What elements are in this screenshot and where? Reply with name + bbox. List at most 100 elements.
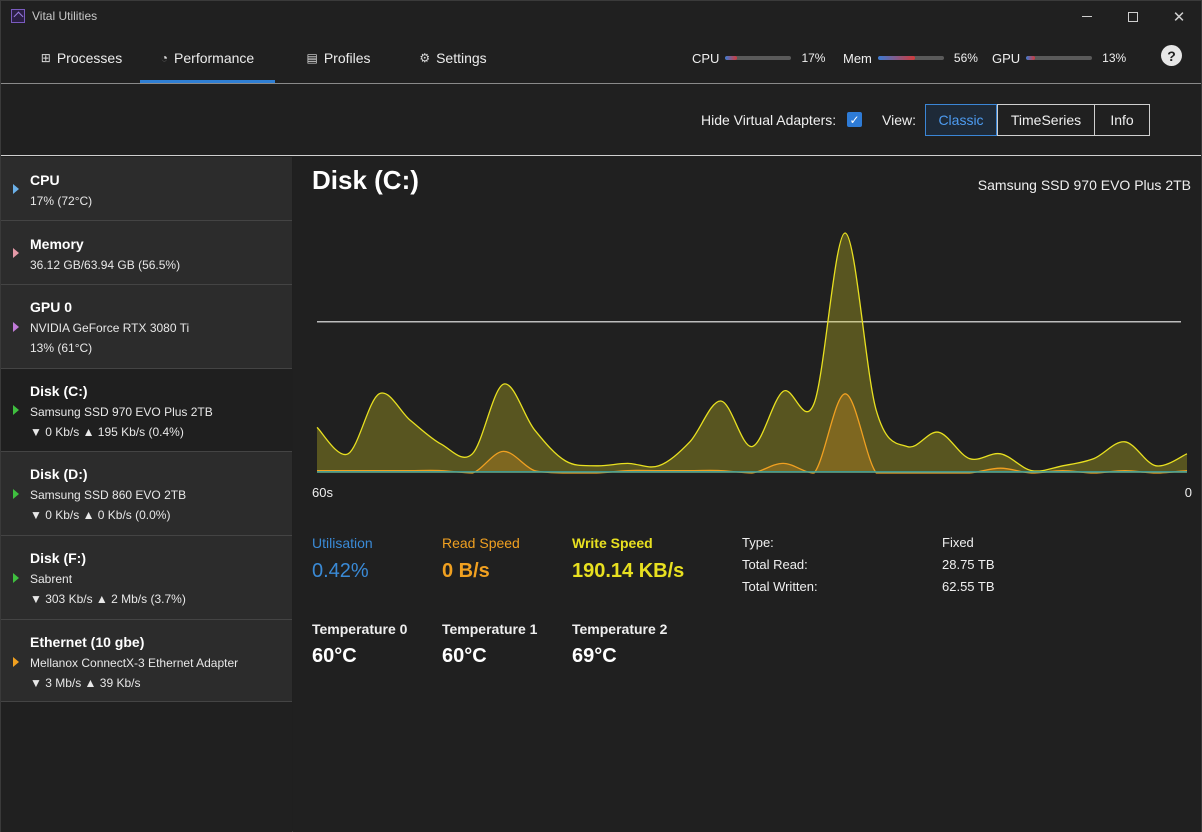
sidebar-item-memory[interactable]: Memory 36.12 GB/63.94 GB (56.5%) [1, 221, 292, 285]
disk-activity-chart [316, 232, 1188, 474]
temperature-0-label: Temperature 0 [312, 621, 408, 637]
sidebar-item-cpu[interactable]: CPU 17% (72°C) [1, 157, 292, 221]
cpu-meter-label: CPU [692, 50, 720, 66]
gpu-meter: GPU 13% [992, 50, 1126, 66]
tab-settings-label: Settings [436, 49, 487, 66]
title-bar[interactable]: Vital Utilities ✕ [1, 1, 1201, 32]
sidebar-item-detail: Samsung SSD 860 EVO 2TB [30, 488, 187, 502]
gpu-meter-fill [1026, 56, 1035, 60]
sidebar-item-detail: 13% (61°C) [30, 341, 93, 355]
cpu-meter-fill [725, 56, 737, 60]
gpu-meter-value: 13% [1102, 51, 1127, 65]
info-key-type: Type: [742, 535, 774, 550]
sidebar-item-detail: 36.12 GB/63.94 GB (56.5%) [30, 258, 181, 272]
expand-arrow-icon [13, 248, 19, 258]
minimize-button[interactable] [1064, 1, 1110, 32]
info-value-total-read: 28.75 TB [942, 557, 995, 572]
read-speed-label: Read Speed [442, 535, 520, 551]
view-classic-button[interactable]: Classic [925, 104, 997, 136]
gauge-icon: ◔ [160, 50, 169, 65]
sidebar-item-disk-f[interactable]: Disk (F:) Sabrent ▼ 303 Kb/s ▲ 2 Mb/s (3… [1, 536, 292, 620]
checkmark-icon: ✓ [849, 112, 860, 127]
view-timeseries-button[interactable]: TimeSeries [997, 104, 1095, 136]
maximize-button[interactable] [1110, 1, 1156, 32]
sidebar-item-title: Disk (F:) [30, 550, 86, 566]
tab-processes-label: Processes [56, 49, 123, 66]
sidebar-item-detail: ▼ 0 Kb/s ▲ 0 Kb/s (0.0%) [30, 508, 171, 522]
grid-icon: ⊞ [40, 50, 51, 65]
maximize-icon [1128, 11, 1138, 22]
info-key-total-written: Total Written: [742, 579, 818, 594]
device-sidebar: CPU 17% (72°C) Memory 36.12 GB/63.94 GB … [1, 157, 292, 832]
sidebar-item-detail: ▼ 303 Kb/s ▲ 2 Mb/s (3.7%) [30, 592, 186, 606]
sidebar-item-detail: NVIDIA GeForce RTX 3080 Ti [30, 321, 190, 335]
mem-meter-fill [877, 56, 915, 60]
view-info-button[interactable]: Info [1094, 104, 1150, 136]
sidebar-item-title: Disk (C:) [30, 383, 88, 399]
write-speed-value: 190.14 KB/s [572, 560, 685, 582]
utilisation-label: Utilisation [312, 535, 373, 551]
document-icon: ▤ [306, 50, 318, 65]
gear-icon: ⚙ [419, 50, 431, 65]
chart-axis-end-label: 0 [1184, 485, 1192, 500]
mem-meter-value: 56% [953, 51, 978, 65]
close-button[interactable]: ✕ [1156, 1, 1202, 32]
tab-processes[interactable]: ⊞ Processes [23, 32, 140, 83]
sidebar-item-detail: ▼ 0 Kb/s ▲ 195 Kb/s (0.4%) [30, 425, 184, 439]
main-nav: ⊞ Processes ◔ Performance ▤ Profiles ⚙ S… [1, 32, 1201, 84]
cpu-meter-value: 17% [801, 51, 826, 65]
sidebar-item-title: Disk (D:) [30, 466, 88, 482]
gpu-meter-label: GPU [992, 50, 1021, 66]
sidebar-item-disk-c[interactable]: Disk (C:) Samsung SSD 970 EVO Plus 2TB ▼… [1, 369, 292, 452]
tab-settings[interactable]: ⚙ Settings [407, 32, 499, 83]
expand-arrow-icon [13, 405, 19, 415]
tab-profiles-label: Profiles [323, 49, 371, 66]
expand-arrow-icon [13, 657, 19, 667]
temperature-1-value: 60°C [442, 645, 487, 667]
sidebar-item-title: CPU [30, 172, 60, 188]
active-tab-indicator [140, 80, 275, 83]
sidebar-item-title: GPU 0 [30, 299, 73, 315]
chart-axis-start-label: 60s [312, 485, 333, 500]
sidebar-item-detail: 17% (72°C) [30, 194, 93, 208]
read-speed-value: 0 B/s [442, 560, 490, 582]
expand-arrow-icon [13, 489, 19, 499]
temperature-0-value: 60°C [312, 645, 357, 667]
info-value-total-written: 62.55 TB [942, 579, 995, 594]
tab-profiles[interactable]: ▤ Profiles [291, 32, 386, 83]
sidebar-item-detail: Sabrent [30, 572, 73, 586]
sidebar-item-gpu-0[interactable]: GPU 0 NVIDIA GeForce RTX 3080 Ti 13% (61… [1, 285, 292, 369]
cpu-meter-bar [725, 56, 792, 60]
cpu-meter: CPU 17% [692, 50, 825, 66]
chart-series-0-line [316, 232, 1188, 472]
write-speed-label: Write Speed [572, 535, 653, 551]
temperature-2-label: Temperature 2 [572, 621, 668, 637]
temperature-2-value: 69°C [572, 645, 617, 667]
chart-series-0-area [317, 232, 1187, 473]
sidebar-item-detail: ▼ 3 Mb/s ▲ 39 Kb/s [30, 676, 141, 690]
tab-performance[interactable]: ◔ Performance [140, 32, 275, 83]
temperature-1-label: Temperature 1 [442, 621, 538, 637]
info-value-type: Fixed [942, 535, 974, 550]
sidebar-item-disk-d[interactable]: Disk (D:) Samsung SSD 860 EVO 2TB ▼ 0 Kb… [1, 452, 292, 536]
view-toolbar: Hide Virtual Adapters: ✓ View: Classic T… [1, 84, 1201, 156]
app-window: Vital Utilities ✕ ⊞ Processes ◔ Performa… [0, 0, 1202, 832]
info-key-total-read: Total Read: [742, 557, 808, 572]
sidebar-item-detail: Mellanox ConnectX-3 Ethernet Adapter [30, 656, 239, 670]
utilisation-value: 0.42% [312, 560, 369, 582]
close-icon: ✕ [1172, 8, 1186, 26]
tab-performance-label: Performance [174, 49, 255, 66]
app-logo-icon [11, 9, 25, 23]
help-button[interactable]: ? [1161, 45, 1182, 66]
disk-detail-panel: Disk (C:) Samsung SSD 970 EVO Plus 2TB 6… [293, 157, 1201, 832]
sidebar-item-ethernet[interactable]: Ethernet (10 gbe) Mellanox ConnectX-3 Et… [1, 620, 292, 702]
page-title: Disk (C:) [312, 165, 419, 195]
device-model: Samsung SSD 970 EVO Plus 2TB [977, 177, 1191, 193]
hide-virtual-adapters-checkbox[interactable]: ✓ [847, 112, 862, 127]
minimize-icon [1082, 16, 1092, 17]
mem-meter-bar [877, 56, 944, 60]
window-title: Vital Utilities [32, 9, 98, 23]
sidebar-item-title: Memory [30, 236, 84, 252]
sidebar-item-detail: Samsung SSD 970 EVO Plus 2TB [30, 405, 213, 419]
mem-meter-label: Mem [843, 50, 872, 66]
